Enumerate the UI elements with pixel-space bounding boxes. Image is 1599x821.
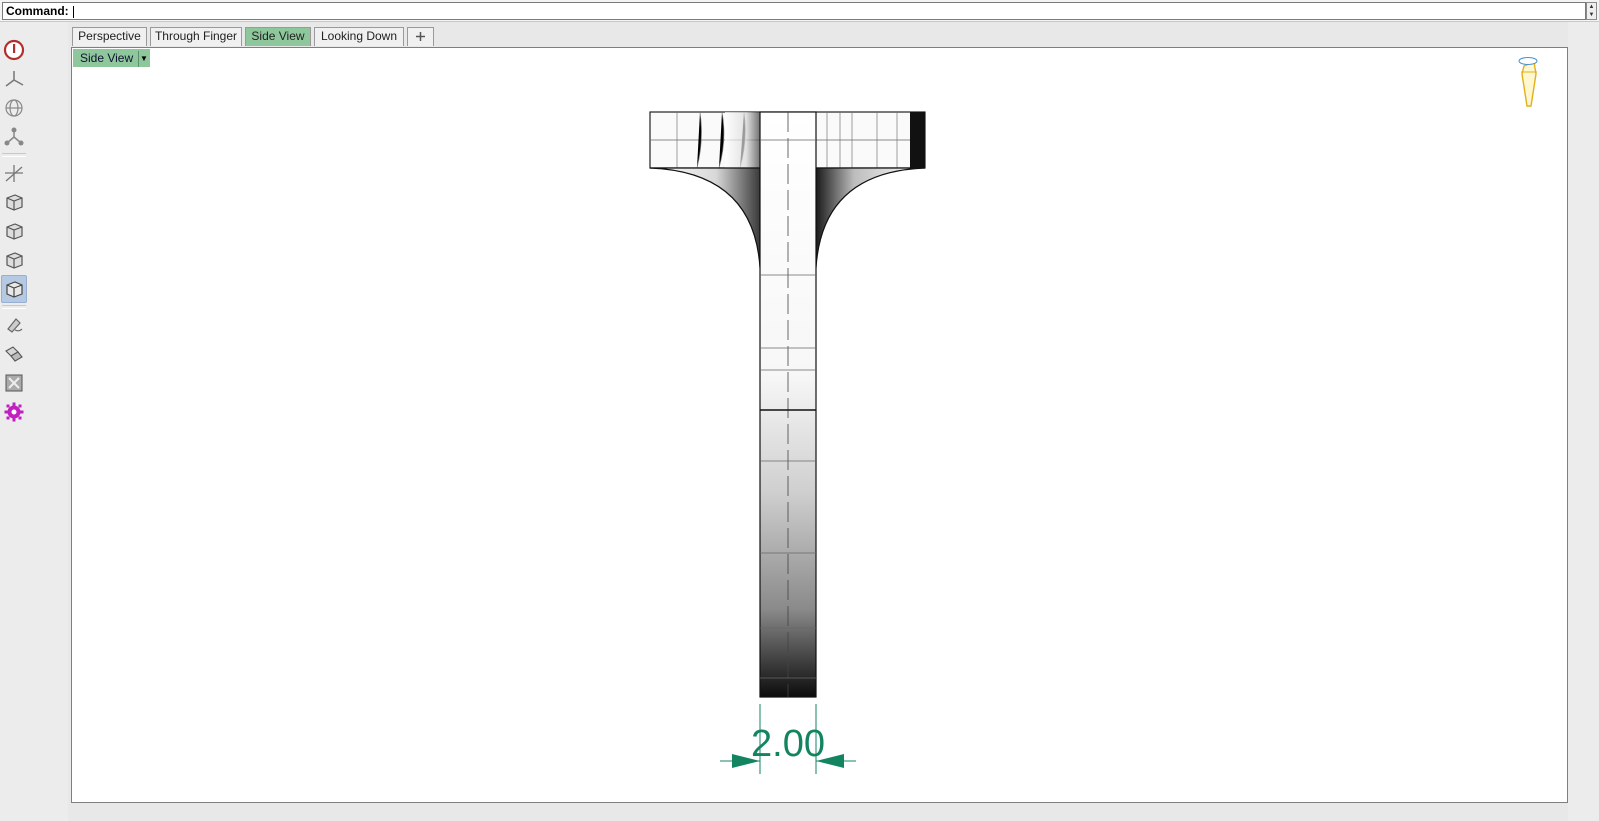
tab-label: Perspective xyxy=(78,29,141,43)
tab-perspective[interactable]: Perspective xyxy=(72,27,147,46)
viewport-canvas: 2.00 xyxy=(649,57,1538,774)
command-input[interactable]: Command: xyxy=(2,2,1586,20)
cube-icon[interactable] xyxy=(1,188,27,216)
layers-icon[interactable] xyxy=(1,340,27,368)
globe-icon[interactable] xyxy=(1,94,27,122)
tab-side-view[interactable]: Side View xyxy=(245,27,311,46)
right-panel-edge xyxy=(1568,22,1599,821)
command-label: Command: xyxy=(6,4,69,18)
axis-transform-icon[interactable] xyxy=(1,159,27,187)
viewport-title: Side View xyxy=(80,51,134,65)
gear-icon[interactable] xyxy=(1,398,27,426)
molecule-icon[interactable] xyxy=(1,123,27,151)
add-tab-button[interactable] xyxy=(407,27,434,46)
cube-icon[interactable] xyxy=(1,217,27,245)
toolbar-separator xyxy=(2,153,26,157)
three-way-arrows-icon[interactable] xyxy=(1,65,27,93)
viewport-title-button[interactable]: Side View ▼ xyxy=(73,49,150,67)
tab-through-finger[interactable]: Through Finger xyxy=(150,27,242,46)
chevron-down-icon[interactable]: ▼ xyxy=(138,51,149,67)
plus-icon xyxy=(416,32,425,41)
dimension-annotation: 2.00 xyxy=(720,704,856,774)
tab-label: Side View xyxy=(251,29,305,43)
power-icon[interactable] xyxy=(1,36,27,64)
model-stem xyxy=(759,111,817,698)
block-icon[interactable] xyxy=(1,369,27,397)
dimension-value: 2.00 xyxy=(751,723,825,765)
text-caret xyxy=(72,5,74,18)
cube-icon[interactable] xyxy=(1,275,27,303)
tab-label: Looking Down xyxy=(320,29,398,43)
brush-icon[interactable] xyxy=(1,311,27,339)
toolbar-separator xyxy=(2,305,26,309)
command-history-spinner[interactable]: ▲ ▼ xyxy=(1586,2,1597,20)
viewport[interactable]: 2.00 Side View ▼ xyxy=(71,47,1568,803)
command-bar: Command: ▲ ▼ xyxy=(0,0,1599,22)
cube-icon[interactable] xyxy=(1,246,27,274)
view-widget-icon xyxy=(1518,57,1538,107)
left-toolbar xyxy=(0,22,68,821)
tab-label: Through Finger xyxy=(154,29,238,43)
tab-looking-down[interactable]: Looking Down xyxy=(314,27,404,46)
